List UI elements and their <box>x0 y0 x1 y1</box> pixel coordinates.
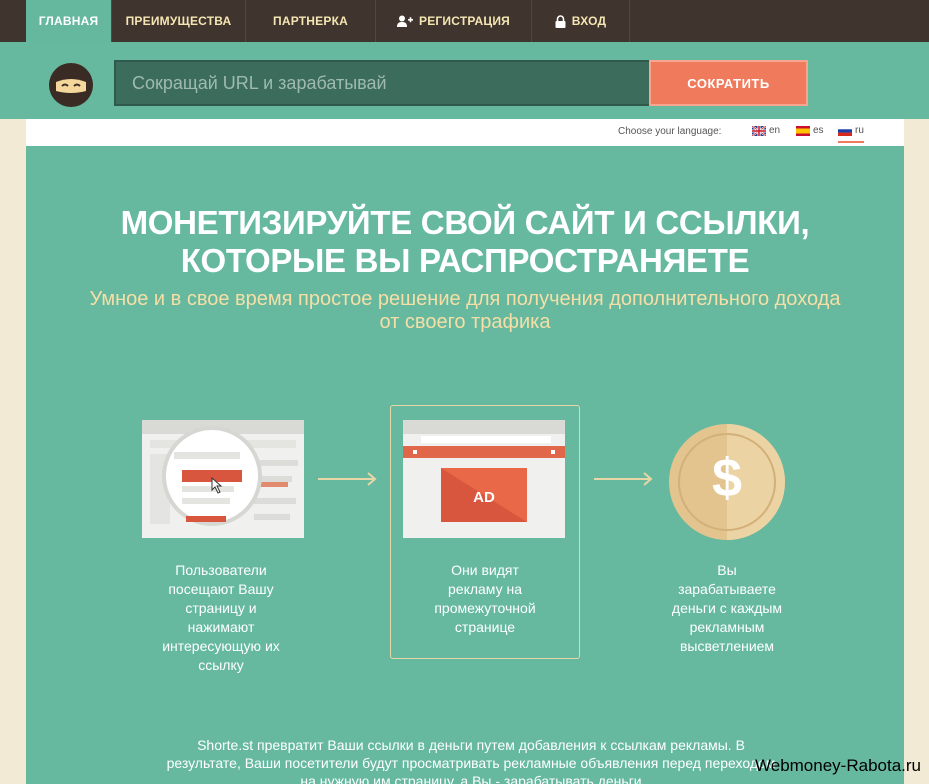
step-2-line: рекламу на <box>448 581 522 597</box>
coin-symbol: $ <box>711 448 743 508</box>
language-label: Choose your language: <box>618 126 722 137</box>
shorten-url-input[interactable] <box>114 60 649 106</box>
nav-advantages-label: ПРЕИМУЩЕСТВА <box>125 14 232 28</box>
step-1-line: нажимают <box>187 619 255 635</box>
step-3-line: высветлением <box>679 638 775 654</box>
step-3-line: рекламным <box>689 619 765 635</box>
subtitle: Умное и в свое время простое решение для… <box>26 288 904 334</box>
magnified-page-icon <box>142 420 308 540</box>
description-line-2: результате, Ваши посетители будут просма… <box>166 755 776 771</box>
step-1-line: Пользователи <box>175 562 267 578</box>
headline-line-1: МОНЕТИЗИРУЙТЕ СВОЙ САЙТ И ССЫЛКИ, <box>120 204 810 241</box>
language-code-es: es <box>813 125 824 136</box>
step-1-line: страницу и <box>185 600 257 616</box>
nav-home-label: ГЛАВНАЯ <box>38 14 99 28</box>
step-3-line: деньги с каждым <box>671 600 783 616</box>
nav-register-label: РЕГИСТРАЦИЯ <box>419 14 510 28</box>
nav-login-label: ВХОД <box>571 14 607 28</box>
description-text: Shorte.st превратит Ваши ссылки в деньги… <box>156 736 786 784</box>
top-navigation: ГЛАВНАЯ ПРЕИМУЩЕСТВА ПАРТНЕРКА РЕГИСТРАЦ… <box>0 0 929 42</box>
language-option-en[interactable]: en <box>751 124 781 137</box>
description-line-1: Shorte.st превратит Ваши ссылки в деньги… <box>197 737 745 753</box>
spain-flag-icon <box>796 125 810 136</box>
step-1-text: Пользователи посещают Вашу страницу и на… <box>146 561 296 675</box>
subtitle-line-2: от своего трафика <box>379 311 551 333</box>
headline-line-2: КОТОРЫЕ ВЫ РАСПРОСТРАНЯЕТЕ <box>180 242 750 279</box>
language-option-es[interactable]: es <box>796 125 824 136</box>
ad-page-icon <box>403 420 565 538</box>
step-1-line: интересующую их <box>162 638 280 654</box>
step-2-line: промежуточной <box>434 600 536 616</box>
language-bar: Choose your language: en es ru <box>26 119 904 146</box>
description-line-3: на нужную им страницу, а Вы - зарабатыва… <box>300 773 642 784</box>
lock-icon <box>555 14 566 28</box>
uk-flag-icon <box>751 124 767 137</box>
nav-register[interactable]: РЕГИСТРАЦИЯ <box>376 0 532 42</box>
step-3-text: Вы зарабатываете деньги с каждым рекламн… <box>652 561 802 656</box>
step-2-line: Они видят <box>451 562 519 578</box>
ad-label: AD <box>473 489 495 506</box>
step-1-line: ссылку <box>198 657 244 673</box>
main-panel: МОНЕТИЗИРУЙТЕ СВОЙ САЙТ И ССЫЛКИ, КОТОРЫ… <box>26 146 904 784</box>
step-3-line: Вы <box>717 562 737 578</box>
language-code-ru: ru <box>855 125 864 136</box>
language-option-ru[interactable]: ru <box>837 125 864 143</box>
nav-partnership-label: ПАРТНЕРКА <box>273 14 348 28</box>
subtitle-line-1: Умное и в свое время простое решение для… <box>89 288 841 310</box>
language-code-en: en <box>769 125 781 136</box>
nav-login[interactable]: ВХОД <box>532 0 630 42</box>
step-3-line: зарабатываете <box>678 581 776 597</box>
step-2-line: странице <box>454 619 516 635</box>
step-1-line: посещают Вашу <box>168 581 274 597</box>
nav-partnership[interactable]: ПАРТНЕРКА <box>246 0 376 42</box>
watermark: Webmoney-Rabota.ru <box>755 756 921 775</box>
arrow-right-icon <box>318 472 378 486</box>
nav-advantages[interactable]: ПРЕИМУЩЕСТВА <box>112 0 246 42</box>
page-title: МОНЕТИЗИРУЙТЕ СВОЙ САЙТ И ССЫЛКИ, КОТОРЫ… <box>26 204 904 280</box>
step-2-text: Они видят рекламу на промежуточной стран… <box>410 561 560 637</box>
russia-flag-icon <box>837 125 853 136</box>
shorten-button[interactable]: СОКРАТИТЬ <box>649 60 808 106</box>
add-user-icon <box>397 15 414 27</box>
arrow-right-icon <box>594 472 654 486</box>
nav-home[interactable]: ГЛАВНАЯ <box>26 0 112 42</box>
ninja-logo-icon[interactable] <box>48 62 94 108</box>
